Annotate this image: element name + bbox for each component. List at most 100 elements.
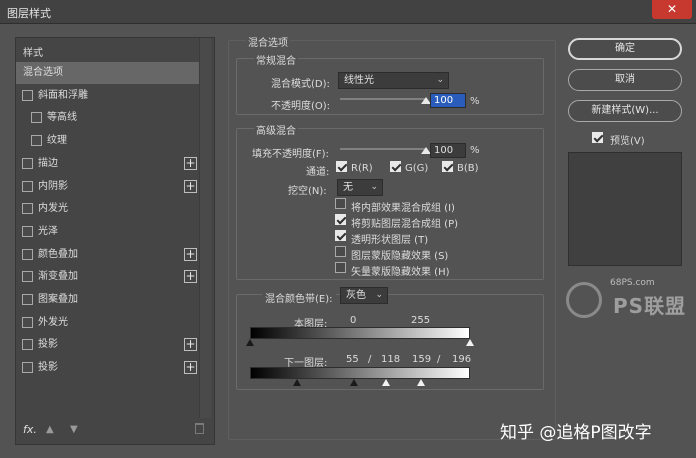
this-layer-low: 0 [350, 315, 357, 326]
add-effect-icon[interactable]: + [184, 361, 197, 375]
underlying-value: 55 [346, 354, 359, 365]
style-item[interactable]: 光泽 [16, 221, 199, 243]
new-style-button[interactable]: 新建样式(W)... [568, 100, 682, 122]
cancel-button[interactable]: 取消 [568, 69, 682, 91]
channel-label: G(G) [405, 163, 429, 174]
arrow-up-icon[interactable]: ▲ [46, 424, 54, 435]
advanced-blending-title: 高级混合 [254, 122, 298, 137]
trash-icon[interactable] [195, 423, 204, 434]
ok-button[interactable]: 确定 [568, 38, 682, 60]
style-item[interactable]: 图案叠加 [16, 289, 199, 311]
style-item-checkbox[interactable] [22, 203, 33, 215]
watermark-site: 68PS.com [610, 278, 655, 288]
underlying-black-handle-left[interactable] [293, 379, 301, 386]
style-item-checkbox[interactable] [31, 112, 42, 124]
add-effect-icon[interactable]: + [184, 247, 197, 261]
style-item[interactable]: 描边 + [16, 153, 199, 175]
style-item-checkbox[interactable] [31, 135, 42, 147]
style-item-checkbox[interactable] [22, 225, 33, 237]
this-layer-black-handle[interactable] [246, 339, 254, 346]
underlying-separator: / [368, 354, 372, 365]
blend-options-title: 混合选项 [246, 34, 290, 49]
style-item-checkbox[interactable] [22, 362, 33, 374]
style-item-label: 投影 [38, 339, 58, 351]
preview-label: 预览(V) [610, 136, 645, 147]
style-item-label: 斜面和浮雕 [38, 89, 88, 101]
style-item-label: 纹理 [47, 135, 67, 147]
style-item[interactable]: 斜面和浮雕 [16, 85, 199, 107]
style-item-checkbox[interactable] [22, 180, 33, 192]
style-item[interactable]: 渐变叠加 + [16, 266, 199, 288]
add-effect-icon[interactable]: + [184, 156, 197, 170]
arrow-down-icon[interactable]: ▼ [70, 424, 78, 435]
add-effect-icon[interactable]: + [184, 179, 197, 193]
blend-if-select[interactable]: 灰色 ⌄ [340, 287, 388, 304]
preview-checkbox[interactable] [592, 132, 603, 143]
style-item[interactable]: 投影 + [16, 334, 199, 356]
style-item-label: 内发光 [38, 203, 68, 215]
advanced-option-checkbox[interactable] [335, 214, 346, 225]
style-item-checkbox[interactable] [22, 294, 33, 305]
ps-union-logo [566, 282, 602, 318]
fx-button[interactable]: fx. [23, 423, 37, 436]
channel-checkbox[interactable] [442, 161, 453, 172]
style-item[interactable]: 等高线 [16, 107, 199, 129]
style-item[interactable]: 颜色叠加 + [16, 244, 199, 266]
style-item[interactable]: 内发光 [16, 198, 199, 220]
advanced-option-checkbox[interactable] [335, 230, 346, 241]
underlying-layer-gradient[interactable] [250, 367, 470, 379]
channel-checkbox[interactable] [390, 161, 401, 172]
style-item-checkbox[interactable] [22, 157, 33, 169]
underlying-value: 159 [412, 354, 432, 365]
knockout-select[interactable]: 无 ⌄ [337, 179, 383, 196]
style-item[interactable]: 外发光 [16, 312, 199, 334]
style-item-checkbox[interactable] [22, 271, 33, 283]
add-effect-icon[interactable]: + [184, 338, 197, 352]
underlying-value: 118 [381, 354, 401, 365]
style-item-label: 投影 [38, 362, 58, 374]
style-item[interactable]: 投影 + [16, 357, 199, 379]
fill-opacity-unit: % [470, 145, 480, 156]
advanced-option-label: 将剪贴图层混合成组 (P) [351, 219, 459, 230]
advanced-option-checkbox[interactable] [335, 262, 346, 273]
close-icon: ✕ [666, 2, 678, 16]
advanced-option-label: 矢量蒙版隐藏效果 (H) [351, 267, 450, 278]
add-effect-icon[interactable]: + [184, 270, 197, 284]
this-layer-high: 255 [411, 315, 431, 326]
this-layer-gradient[interactable] [250, 327, 470, 339]
underlying-value: 196 [452, 354, 472, 365]
style-preview-swatch [568, 152, 682, 266]
advanced-option-checkbox[interactable] [335, 246, 346, 257]
style-item-checkbox[interactable] [22, 89, 33, 101]
close-button[interactable]: ✕ [652, 0, 692, 19]
underlying-black-handle-right[interactable] [350, 379, 358, 386]
opacity-input[interactable]: 100 [430, 93, 466, 108]
styles-footer: fx. ▲ ▼ [16, 420, 214, 444]
advanced-option-checkbox[interactable] [335, 198, 346, 209]
chevron-down-icon: ⌄ [436, 75, 444, 85]
style-item-checkbox[interactable] [22, 339, 33, 351]
fill-opacity-slider-track[interactable] [340, 148, 426, 150]
style-item[interactable]: 混合选项 [16, 62, 199, 84]
style-item[interactable]: 纹理 [16, 130, 199, 152]
advanced-option-label: 图层蒙版隐藏效果 (S) [351, 251, 449, 262]
opacity-slider-track[interactable] [340, 98, 426, 100]
underlying-separator: / [437, 354, 441, 365]
style-item-label: 内阴影 [38, 180, 68, 192]
style-item-label: 混合选项 [23, 67, 63, 78]
window-title: 图层样式 [7, 7, 51, 20]
fill-opacity-input[interactable]: 100 [430, 143, 466, 158]
this-layer-white-handle[interactable] [466, 339, 474, 346]
underlying-white-handle-left[interactable] [382, 379, 390, 386]
style-item[interactable]: 内阴影 + [16, 176, 199, 198]
blend-mode-select[interactable]: 线性光 ⌄ [338, 72, 449, 89]
fill-opacity-label: 填充不透明度(F): [252, 149, 329, 160]
opacity-unit: % [470, 96, 480, 107]
channel-label: B(B) [457, 163, 479, 174]
style-item-checkbox[interactable] [22, 248, 33, 260]
underlying-white-handle-right[interactable] [417, 379, 425, 386]
chevron-down-icon: ⌄ [375, 290, 383, 300]
styles-scrollbar[interactable] [199, 38, 211, 418]
style-item-checkbox[interactable] [22, 316, 33, 328]
channel-checkbox[interactable] [336, 161, 347, 172]
